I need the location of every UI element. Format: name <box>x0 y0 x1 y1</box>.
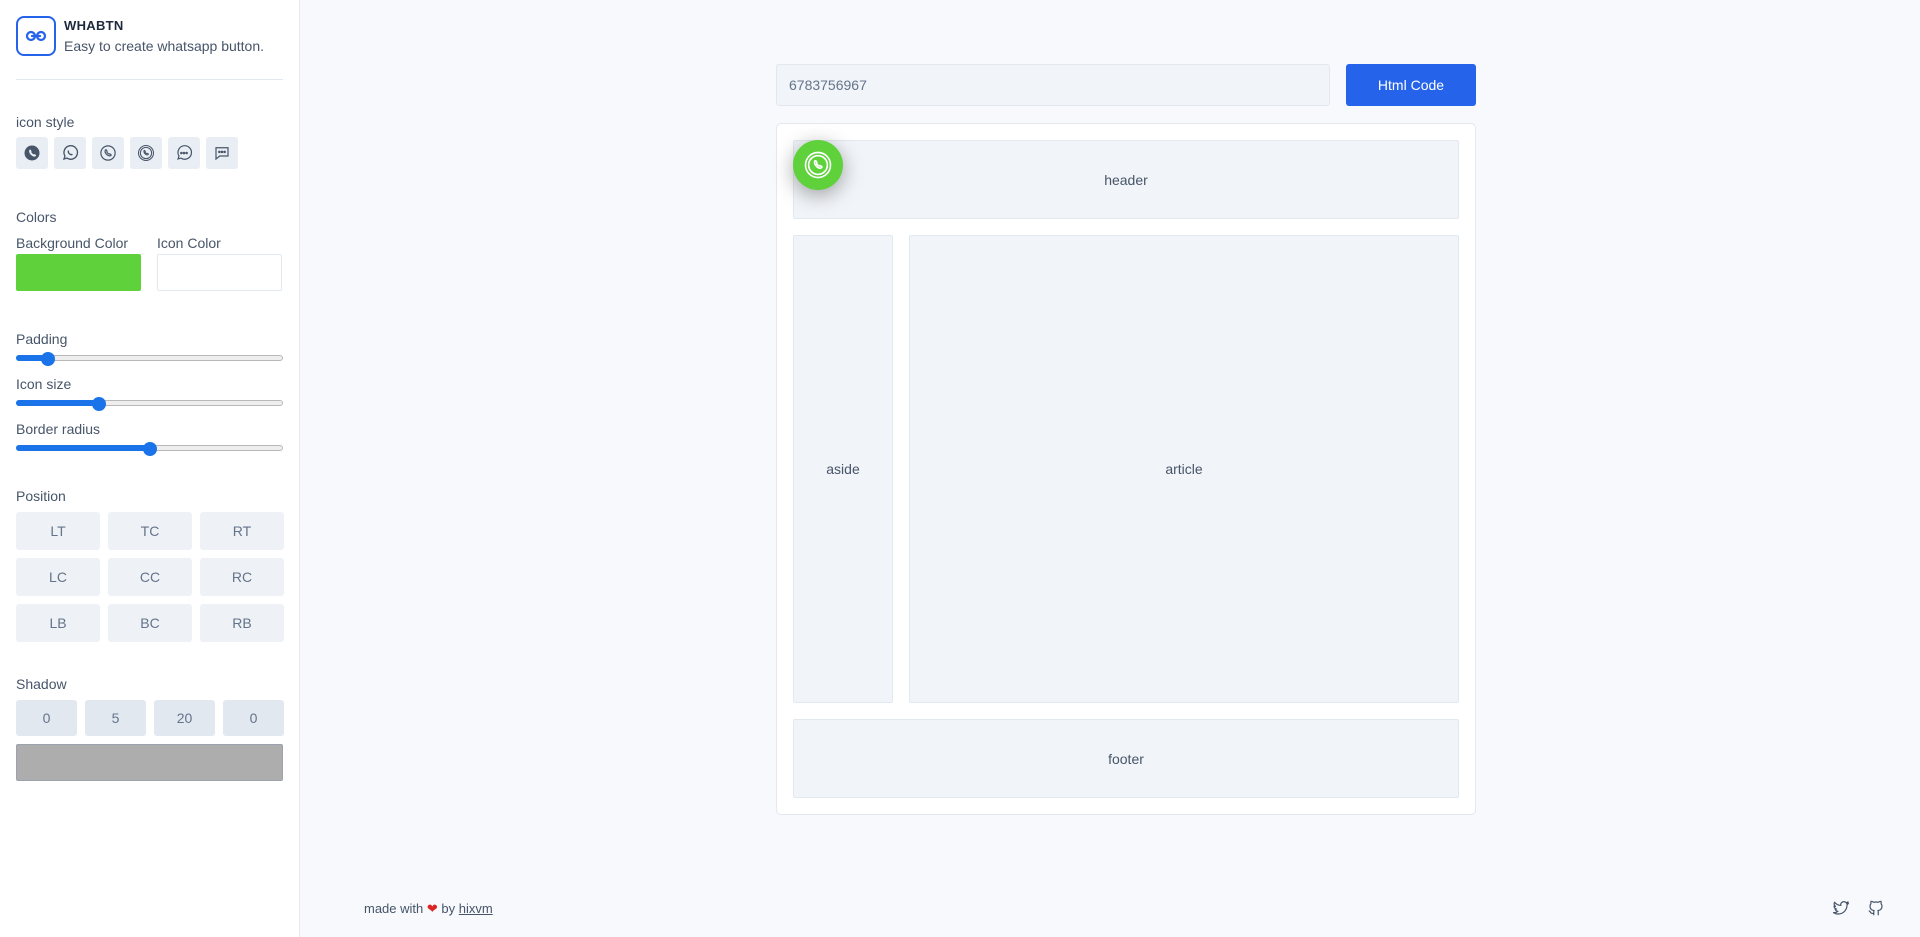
shadow-section: Shadow 0 5 20 0 <box>16 676 284 781</box>
icon-color-label: Icon Color <box>157 235 221 251</box>
whatsapp-icon <box>804 151 832 179</box>
border-radius-label: Border radius <box>16 421 101 437</box>
position-lb-button[interactable]: LB <box>16 604 100 642</box>
whatsapp-double-icon[interactable] <box>130 137 162 169</box>
brand: WHABTN Easy to create whatsapp button. <box>16 16 283 56</box>
phone-number-input[interactable]: 6783756967 <box>776 64 1330 106</box>
html-code-button[interactable]: Html Code <box>1346 64 1476 106</box>
shadow-y-input[interactable]: 5 <box>85 700 146 736</box>
github-icon[interactable] <box>1865 897 1887 919</box>
position-lt-button[interactable]: LT <box>16 512 100 550</box>
position-cc-button[interactable]: CC <box>108 558 192 596</box>
preview-footer: footer <box>793 719 1459 798</box>
app-subtitle: Easy to create whatsapp button. <box>64 38 265 54</box>
icon-size-slider-thumb[interactable] <box>91 397 106 411</box>
shadow-label: Shadow <box>16 676 67 692</box>
sidebar: WHABTN Easy to create whatsapp button. i… <box>0 0 300 937</box>
preview-article: article <box>909 235 1459 703</box>
whatsapp-solid-icon[interactable] <box>16 137 48 169</box>
background-color-picker[interactable] <box>16 254 141 291</box>
colors-section: Colors Background Color Icon Color <box>16 209 283 291</box>
main-area: 6783756967 Html Code header aside articl… <box>300 0 1920 937</box>
shadow-blur-input[interactable]: 20 <box>154 700 215 736</box>
colors-label: Colors <box>16 209 57 225</box>
shadow-color-picker[interactable] <box>16 744 283 781</box>
position-lc-button[interactable]: LC <box>16 558 100 596</box>
sliders-section: Padding Icon size Border radius <box>16 331 283 456</box>
position-label: Position <box>16 488 66 504</box>
position-rc-button[interactable]: RC <box>200 558 284 596</box>
divider <box>16 79 283 80</box>
credit-line: made with ❤ by hixvm <box>364 901 493 917</box>
whatsapp-button-preview[interactable] <box>793 140 843 190</box>
by-text: by <box>441 901 456 916</box>
app-title: WHABTN <box>64 18 124 33</box>
icon-size-slider[interactable] <box>16 397 283 411</box>
preview-aside: aside <box>793 235 893 703</box>
position-rb-button[interactable]: RB <box>200 604 284 642</box>
twitter-icon[interactable] <box>1830 897 1852 919</box>
preview-panel: header aside article footer <box>776 123 1476 815</box>
made-with-text: made with <box>364 901 424 916</box>
shadow-spread-input[interactable]: 0 <box>223 700 284 736</box>
padding-label: Padding <box>16 331 68 347</box>
whatsapp-outline-icon[interactable] <box>54 137 86 169</box>
chat-dots-round-icon[interactable] <box>168 137 200 169</box>
icon-style-label: icon style <box>16 114 75 130</box>
heart-icon: ❤ <box>426 901 438 916</box>
border-radius-slider[interactable] <box>16 442 283 456</box>
position-rt-button[interactable]: RT <box>200 512 284 550</box>
shadow-x-input[interactable]: 0 <box>16 700 77 736</box>
position-section: Position LT TC RT LC CC RC LB BC RB <box>16 488 284 642</box>
preview-header: header <box>793 140 1459 219</box>
border-radius-slider-thumb[interactable] <box>142 442 157 456</box>
padding-slider[interactable] <box>16 352 283 366</box>
link-logo-icon <box>16 16 56 56</box>
padding-slider-thumb[interactable] <box>41 352 56 366</box>
author-link[interactable]: hixvm <box>459 901 493 916</box>
icon-style-section: icon style <box>16 114 283 169</box>
position-bc-button[interactable]: BC <box>108 604 192 642</box>
background-color-label: Background Color <box>16 235 129 251</box>
position-tc-button[interactable]: TC <box>108 512 192 550</box>
chat-dots-square-icon[interactable] <box>206 137 238 169</box>
phone-bubble-icon[interactable] <box>92 137 124 169</box>
icon-size-label: Icon size <box>16 376 72 392</box>
icon-color-picker[interactable] <box>157 254 282 291</box>
